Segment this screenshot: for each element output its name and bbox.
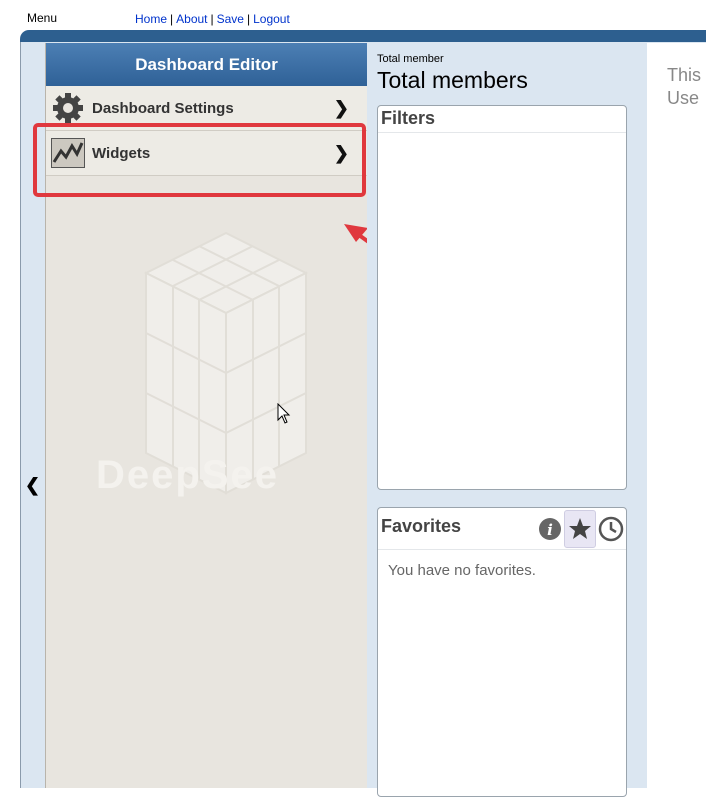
nav-save-link[interactable]: Save (217, 12, 244, 26)
widget-subtitle: Total member (377, 53, 444, 65)
nav-about-link[interactable]: About (176, 12, 207, 26)
favorites-panel: Favorites i You have no favorites. (377, 507, 627, 797)
nav-logout-link[interactable]: Logout (253, 12, 290, 26)
highlight-box (33, 123, 366, 197)
right-panel: This Use (647, 43, 706, 788)
top-nav: Home | About | Save | Logout (135, 12, 290, 26)
right-panel-line: Use (667, 88, 700, 108)
filters-panel: Filters (377, 105, 627, 490)
mouse-cursor-icon (277, 403, 291, 424)
widget-title: Total members (377, 67, 528, 93)
menu-label[interactable]: Menu (27, 11, 57, 25)
clock-icon[interactable] (598, 516, 624, 542)
svg-text:i: i (547, 521, 553, 539)
favorites-title: Favorites (381, 516, 462, 536)
nav-separator: | (170, 12, 174, 26)
info-icon[interactable]: i (538, 517, 562, 541)
right-panel-text: This Use (667, 64, 701, 110)
nav-separator: | (210, 12, 214, 26)
favorites-empty-message: You have no favorites. (388, 562, 536, 579)
star-icon[interactable] (564, 510, 596, 548)
favorites-toolbar: i (538, 510, 624, 548)
editor-title: Dashboard Editor (46, 43, 367, 86)
menu-item-label: Dashboard Settings (92, 99, 234, 117)
deepsee-watermark-text: DeepSee (96, 453, 279, 497)
favorites-header: Favorites i (378, 508, 626, 550)
widget-area: Total member Total members Filters Favor… (367, 43, 646, 797)
filters-title: Filters (378, 106, 626, 133)
nav-home-link[interactable]: Home (135, 12, 167, 26)
chevron-right-icon: ❯ (333, 98, 349, 118)
right-panel-line: This (667, 65, 702, 85)
nav-separator: | (246, 12, 251, 26)
gear-icon (50, 91, 86, 125)
top-bar (20, 30, 706, 42)
collapse-panel-icon[interactable]: ❮ (25, 475, 40, 496)
